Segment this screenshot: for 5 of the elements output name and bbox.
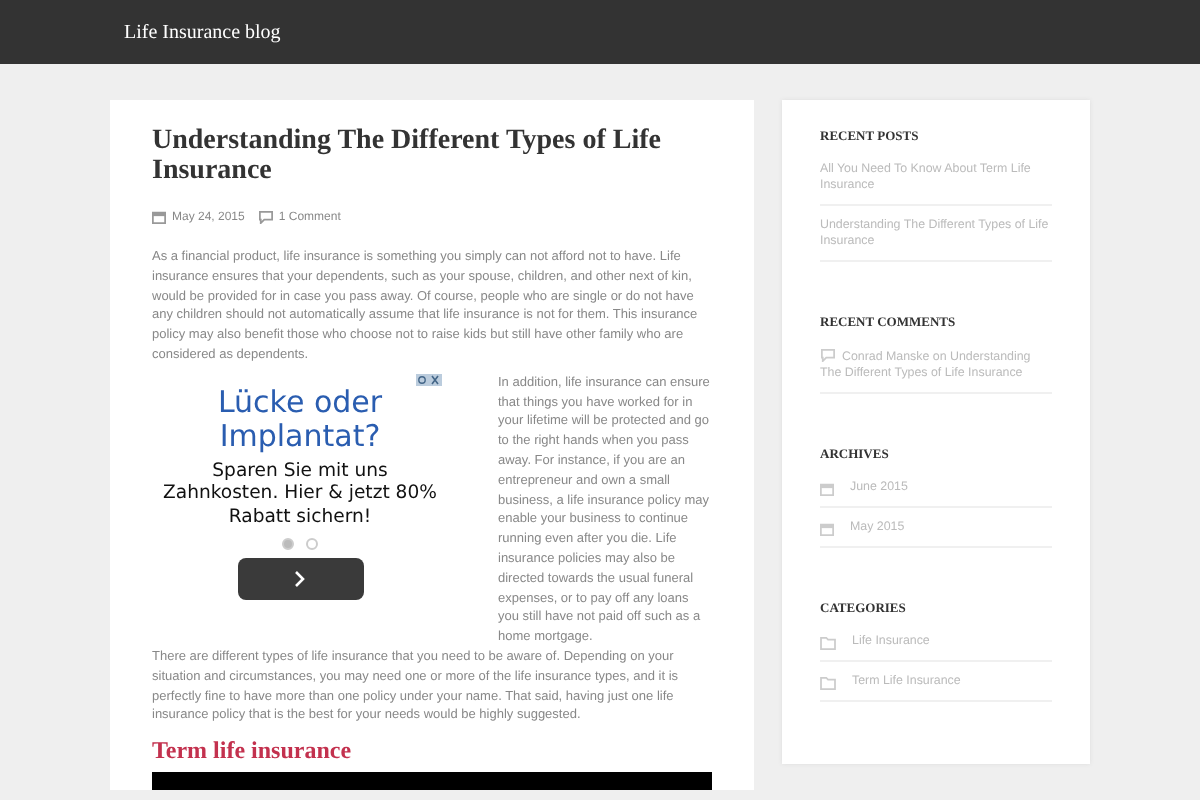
ad-text: Sparen Sie mit uns Zahnkosten. Hier & jetzt 80% Rabatt sichern! xyxy=(161,459,439,529)
post-title: Understanding The Different Types of Life Insurance xyxy=(152,126,663,186)
ad-headline: Lücke oder Implantat? xyxy=(215,385,385,454)
section-heading: Term life insurance xyxy=(152,736,354,767)
site-title[interactable]: Life Insurance blog xyxy=(124,21,281,43)
